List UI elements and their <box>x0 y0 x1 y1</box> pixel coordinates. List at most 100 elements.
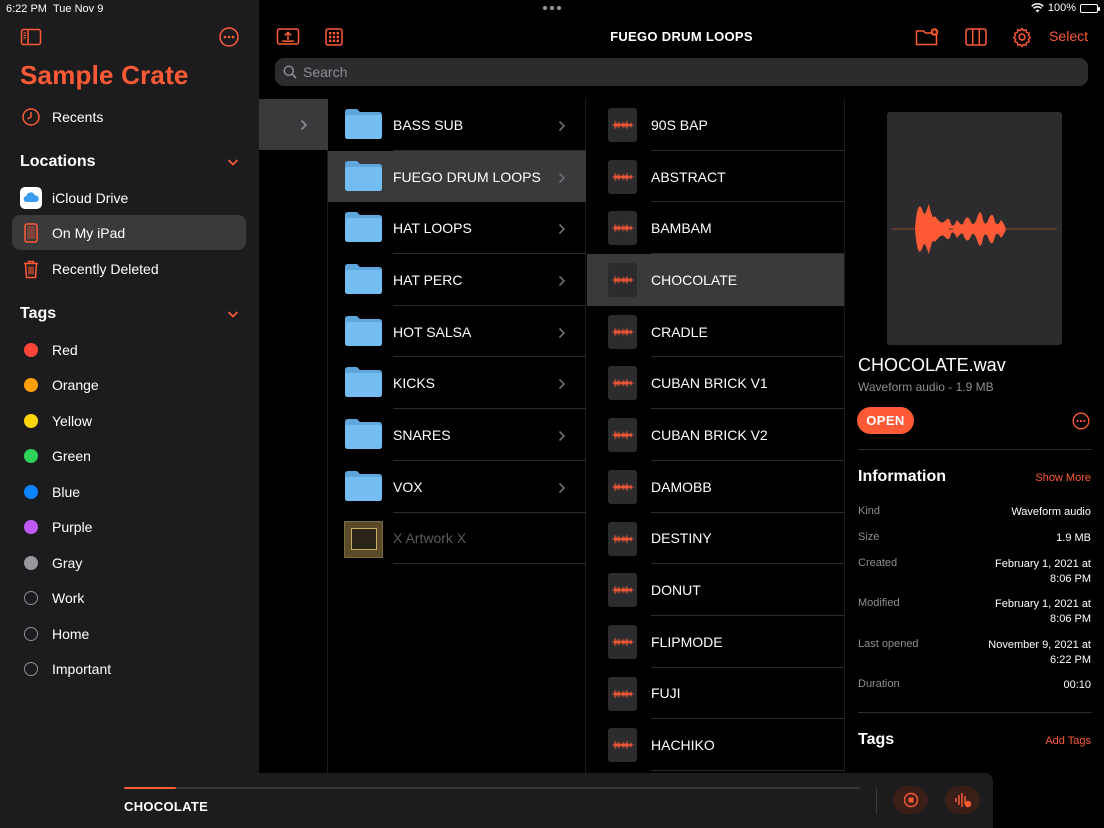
status-bar: 6:22 PM Tue Nov 9 100% <box>0 0 1104 18</box>
info-value: 1.9 MB <box>1056 532 1091 544</box>
top-toolbar: FUEGO DRUM LOOPS Select <box>259 18 1104 58</box>
info-value: 00:10 <box>1063 679 1091 691</box>
sidebar-item-label: Purple <box>52 518 93 535</box>
file-row-bambam[interactable]: BAMBAM <box>587 202 844 255</box>
file-row-fuji[interactable]: FUJI <box>587 668 844 720</box>
sidebar-item-icloud-drive[interactable]: iCloud Drive <box>12 180 246 215</box>
sidebar-item-label: Important <box>52 660 112 677</box>
more-options-icon[interactable] <box>218 26 240 48</box>
file-row-damobb[interactable]: DAMOBB <box>587 461 844 513</box>
file-row-flipmode[interactable]: FLIPMODE <box>587 616 844 668</box>
chevron-right-icon <box>558 222 566 235</box>
folder-row-kicks[interactable]: KICKS <box>328 357 586 410</box>
show-more-link[interactable]: Show More <box>1035 472 1091 484</box>
sidebar-tag-important[interactable]: Important <box>12 651 246 686</box>
file-label: BAMBAM <box>651 220 712 237</box>
file-label: FUJI <box>651 685 681 702</box>
folder-row-snares[interactable]: SNARES <box>328 409 586 461</box>
parent-column-selected-row[interactable] <box>259 99 328 150</box>
folder-icon <box>344 366 383 398</box>
waveform-button[interactable] <box>945 786 980 814</box>
file-row-donut[interactable]: DONUT <box>587 564 844 616</box>
sidebar-toggle-icon[interactable] <box>20 26 42 48</box>
folder-row-fuego-drum-loops[interactable]: FUEGO DRUM LOOPS <box>328 150 586 203</box>
status-right: 100% <box>1031 2 1100 14</box>
folder-icon <box>344 315 383 347</box>
file-row-destiny[interactable]: DESTINY <box>587 513 844 565</box>
folder-row-x-artwork-x[interactable]: X Artwork X <box>328 513 586 565</box>
chevron-right-icon <box>558 274 566 286</box>
folder-row-hot-salsa[interactable]: HOT SALSA <box>328 306 586 358</box>
sidebar-item-label: Gray <box>52 554 83 571</box>
parent-column <box>259 99 328 773</box>
info-key: Kind <box>858 505 881 517</box>
sidebar-tag-green[interactable]: Green <box>12 438 246 473</box>
file-row-cuban-brick-v1[interactable]: CUBAN BRICK V1 <box>587 357 844 410</box>
info-key: Last opened <box>858 638 919 650</box>
search-input[interactable] <box>303 64 1063 80</box>
gear-icon[interactable] <box>1010 26 1034 48</box>
chevron-right-icon <box>300 119 308 130</box>
sidebar-item-on-my-ipad[interactable]: On My iPad <box>12 215 246 250</box>
sidebar-tag-blue[interactable]: Blue <box>12 474 246 509</box>
sidebar-item-recents[interactable]: Recents <box>12 99 246 134</box>
chevron-down-icon[interactable] <box>226 307 240 321</box>
open-button[interactable]: OPEN <box>857 407 914 434</box>
audio-file-icon <box>608 263 637 298</box>
file-column: 90S BAP ABSTRACT BAMBAM CHOCOLATE CRADLE CUBA… <box>587 99 845 773</box>
audio-file-icon <box>608 314 637 349</box>
sidebar-tag-red[interactable]: Red <box>12 332 246 367</box>
file-row-cuban-brick-v2[interactable]: CUBAN BRICK V2 <box>587 409 844 461</box>
folder-label: HOT SALSA <box>393 323 472 340</box>
file-row-chocolate[interactable]: CHOCOLATE <box>587 254 844 306</box>
file-row-abstract[interactable]: ABSTRACT <box>587 151 844 203</box>
now-playing-title: CHOCOLATE <box>124 799 209 814</box>
grid-view-icon[interactable] <box>322 26 346 48</box>
divider <box>858 712 1092 713</box>
wifi-icon <box>1031 3 1044 13</box>
folder-icon <box>344 211 383 243</box>
sidebar-tag-home[interactable]: Home <box>12 616 246 651</box>
tag-empty-circle <box>24 661 38 676</box>
sidebar-item-label: Recents <box>52 108 104 125</box>
sidebar-tag-orange[interactable]: Orange <box>12 367 246 402</box>
clock-icon <box>20 106 42 128</box>
status-date: Tue Nov 9 <box>53 3 104 15</box>
column-view-icon[interactable] <box>964 26 988 48</box>
sidebar-item-recently-deleted[interactable]: Recently Deleted <box>12 251 246 286</box>
chevron-down-icon[interactable] <box>226 155 240 169</box>
info-value: February 1, 2021 at 8:06 PM <box>994 598 1091 625</box>
file-label: DESTINY <box>651 530 712 547</box>
folder-label: HAT PERC <box>393 271 463 288</box>
folder-row-vox[interactable]: VOX <box>328 461 586 513</box>
playback-progress-track[interactable] <box>124 787 860 789</box>
stop-button[interactable] <box>893 786 928 814</box>
sidebar-tag-gray[interactable]: Gray <box>12 545 246 580</box>
info-key: Created <box>858 557 898 569</box>
sidebar-item-label: Orange <box>52 376 99 393</box>
locations-heading: Locations <box>20 153 96 170</box>
more-options-icon[interactable] <box>1072 412 1090 430</box>
sidebar-tag-work[interactable]: Work <box>12 580 246 615</box>
divider <box>876 788 877 814</box>
file-row-90s-bap[interactable]: 90S BAP <box>587 99 844 151</box>
tag-color-dot <box>24 519 38 534</box>
sidebar-item-label: Recently Deleted <box>52 260 159 277</box>
folder-row-hat-perc[interactable]: HAT PERC <box>328 254 586 306</box>
file-row-hachiko[interactable]: HACHIKO <box>587 719 844 771</box>
sidebar-tag-yellow[interactable]: Yellow <box>12 403 246 438</box>
search-bar[interactable] <box>275 58 1088 86</box>
sidebar-tag-purple[interactable]: Purple <box>12 509 246 544</box>
upload-icon[interactable] <box>276 26 300 48</box>
row-separator <box>393 563 586 565</box>
select-button[interactable]: Select <box>1049 28 1088 44</box>
sidebar-item-label: Yellow <box>52 412 92 429</box>
ipad-icon <box>20 222 42 244</box>
info-value: Waveform audio <box>1011 506 1091 518</box>
file-row-cradle[interactable]: CRADLE <box>587 306 844 358</box>
new-folder-icon[interactable] <box>915 26 939 48</box>
folder-row-bass-sub[interactable]: BASS SUB <box>328 99 586 151</box>
add-tags-link[interactable]: Add Tags <box>1045 735 1091 747</box>
sidebar-item-label: Blue <box>52 483 81 500</box>
folder-row-hat-loops[interactable]: HAT LOOPS <box>328 202 586 255</box>
